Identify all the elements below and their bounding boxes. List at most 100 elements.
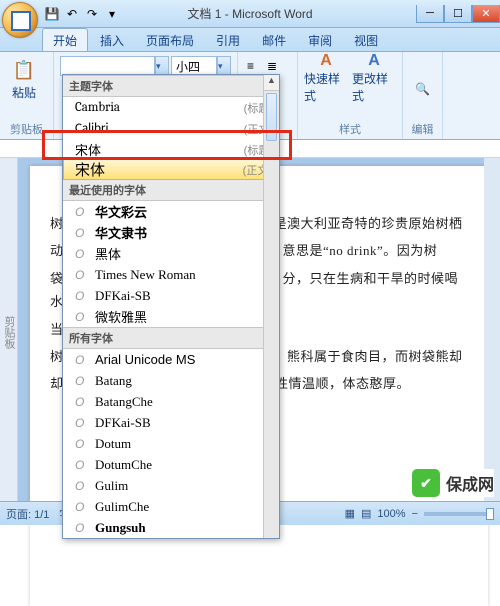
tab-home[interactable]: 开始	[42, 28, 88, 51]
dd-section-all: 所有字体	[63, 327, 279, 349]
font-size-dropdown-icon[interactable]: ▾	[217, 56, 231, 76]
tab-insert[interactable]: 插入	[90, 29, 134, 51]
truetype-icon: O	[75, 437, 89, 451]
font-size-combo[interactable]: 小四	[171, 56, 217, 76]
numbering-icon[interactable]: ≣	[266, 58, 282, 72]
quick-styles-button[interactable]: A快速样式	[304, 56, 348, 100]
font-name: DFKai-SB	[95, 288, 273, 304]
font-name: Times New Roman	[95, 267, 273, 283]
tab-review[interactable]: 审阅	[298, 29, 342, 51]
bullets-icon[interactable]: ≡	[246, 58, 262, 72]
font-name: Arial Unicode MS	[95, 352, 273, 367]
dd-item[interactable]: O 华文隶书	[63, 222, 279, 243]
doc-line: 。熊科属于食肉目，而树袋熊却	[274, 349, 463, 364]
truetype-icon: O	[75, 416, 89, 430]
truetype-icon: O	[75, 205, 89, 219]
watermark-text: 保成网	[446, 471, 494, 495]
font-name: Cambria	[75, 100, 244, 115]
font-name: 华文彩云	[95, 202, 273, 221]
change-styles-label: 更改样式	[352, 70, 396, 104]
tab-view[interactable]: 视图	[344, 29, 388, 51]
zoom-out-icon[interactable]: −	[412, 508, 418, 520]
quick-access-toolbar: 💾 ↶ ↷ ▾	[44, 6, 120, 22]
redo-icon[interactable]: ↷	[84, 6, 100, 22]
truetype-icon: O	[75, 395, 89, 409]
view-print-icon[interactable]: ▦	[345, 507, 355, 520]
window-controls: ─ ☐ ✕	[416, 5, 500, 23]
truetype-icon: O	[75, 289, 89, 303]
qat-more-icon[interactable]: ▾	[104, 6, 120, 22]
zoom-level[interactable]: 100%	[377, 508, 405, 520]
paragraph-icons: ≡≣	[244, 56, 291, 74]
paste-button[interactable]: 📋 粘贴	[6, 56, 42, 101]
maximize-button[interactable]: ☐	[444, 5, 472, 23]
undo-icon[interactable]: ↶	[64, 6, 80, 22]
editing-group-title: 编辑	[409, 121, 436, 137]
font-name-dropdown-icon[interactable]: ▾	[155, 56, 169, 76]
tab-layout[interactable]: 页面布局	[136, 29, 204, 51]
office-button[interactable]	[2, 2, 38, 38]
clipboard-group-title: 剪贴板	[6, 121, 47, 137]
zoom-thumb[interactable]	[486, 508, 494, 520]
dd-item[interactable]: OBatangChe	[63, 391, 279, 412]
font-name: 宋体	[75, 159, 243, 180]
tab-references[interactable]: 引用	[206, 29, 250, 51]
window-title: 文档 1 - Microsoft Word	[187, 5, 312, 22]
scroll-up-icon[interactable]: ▲	[264, 75, 279, 91]
font-name: 微软雅黑	[95, 307, 273, 326]
font-name: 华文隶书	[95, 223, 273, 242]
zoom-slider[interactable]	[424, 512, 494, 516]
font-name: Gungsuh	[95, 520, 273, 536]
clipboard-pane-tab[interactable]: 剪贴板	[0, 158, 18, 501]
dd-item[interactable]: O Gungsuh	[63, 517, 279, 538]
font-size-value: 小四	[176, 58, 200, 75]
change-styles-button[interactable]: A更改样式	[352, 56, 396, 100]
dd-item[interactable]: O黑体	[63, 243, 279, 264]
font-name: DFKai-SB	[95, 415, 273, 431]
title-bar: 💾 ↶ ↷ ▾ 文档 1 - Microsoft Word ─ ☐ ✕	[0, 0, 500, 28]
dd-item[interactable]: OGulimChe	[63, 496, 279, 517]
dd-item[interactable]: O 华文彩云	[63, 201, 279, 222]
dd-item[interactable]: ODotum	[63, 433, 279, 454]
dd-item[interactable]: Cambria(标题)	[63, 97, 279, 118]
watermark: ✔ 保成网	[412, 469, 494, 497]
vertical-scrollbar[interactable]	[484, 158, 500, 501]
tab-mailings[interactable]: 邮件	[252, 29, 296, 51]
dd-item[interactable]: OGulim	[63, 475, 279, 496]
truetype-icon: O	[75, 353, 89, 367]
close-button[interactable]: ✕	[472, 5, 500, 23]
dd-item-highlighted[interactable]: 宋体(正文)	[63, 159, 279, 180]
quick-styles-label: 快速样式	[304, 70, 348, 104]
doc-line: 性情温顺，体态憨厚。	[275, 376, 410, 391]
status-page[interactable]: 页面: 1/1	[6, 506, 49, 522]
dd-item[interactable]: O 微软雅黑	[63, 306, 279, 327]
minimize-button[interactable]: ─	[416, 5, 444, 23]
dd-item[interactable]: O Times New Roman	[63, 264, 279, 285]
ribbon-tabs: 开始 插入 页面布局 引用 邮件 审阅 视图	[0, 28, 500, 52]
truetype-icon: O	[75, 374, 89, 388]
annotation-highlight	[42, 130, 292, 160]
truetype-icon: O	[75, 310, 89, 324]
doc-line: 意思是“no drink”。因为树	[283, 243, 438, 258]
group-styles: A快速样式 A更改样式 样式	[298, 52, 403, 139]
truetype-icon: O	[75, 521, 89, 535]
group-editing: 🔍 编辑	[403, 52, 443, 139]
watermark-logo-icon: ✔	[412, 469, 440, 497]
dd-item[interactable]: O DFKai-SB	[63, 412, 279, 433]
find-icon[interactable]: 🔍	[409, 56, 436, 121]
save-icon[interactable]: 💾	[44, 6, 60, 22]
paste-label: 粘贴	[6, 84, 42, 101]
truetype-icon: O	[75, 226, 89, 240]
paste-icon: 📋	[10, 56, 38, 84]
dd-item[interactable]: OBatang	[63, 370, 279, 391]
truetype-icon: O	[75, 268, 89, 282]
dd-item[interactable]: ODotumChe	[63, 454, 279, 475]
dd-item[interactable]: O Arial Unicode MS	[63, 349, 279, 370]
view-read-icon[interactable]: ▤	[361, 507, 371, 520]
truetype-icon: O	[75, 247, 89, 261]
doc-line: 是澳大利亚奇特的珍贵原始树栖	[274, 216, 463, 231]
font-name-combo[interactable]	[60, 56, 155, 76]
dd-section-recent: 最近使用的字体	[63, 179, 279, 201]
dd-section-theme: 主题字体	[63, 75, 279, 97]
dd-item[interactable]: O DFKai-SB	[63, 285, 279, 306]
